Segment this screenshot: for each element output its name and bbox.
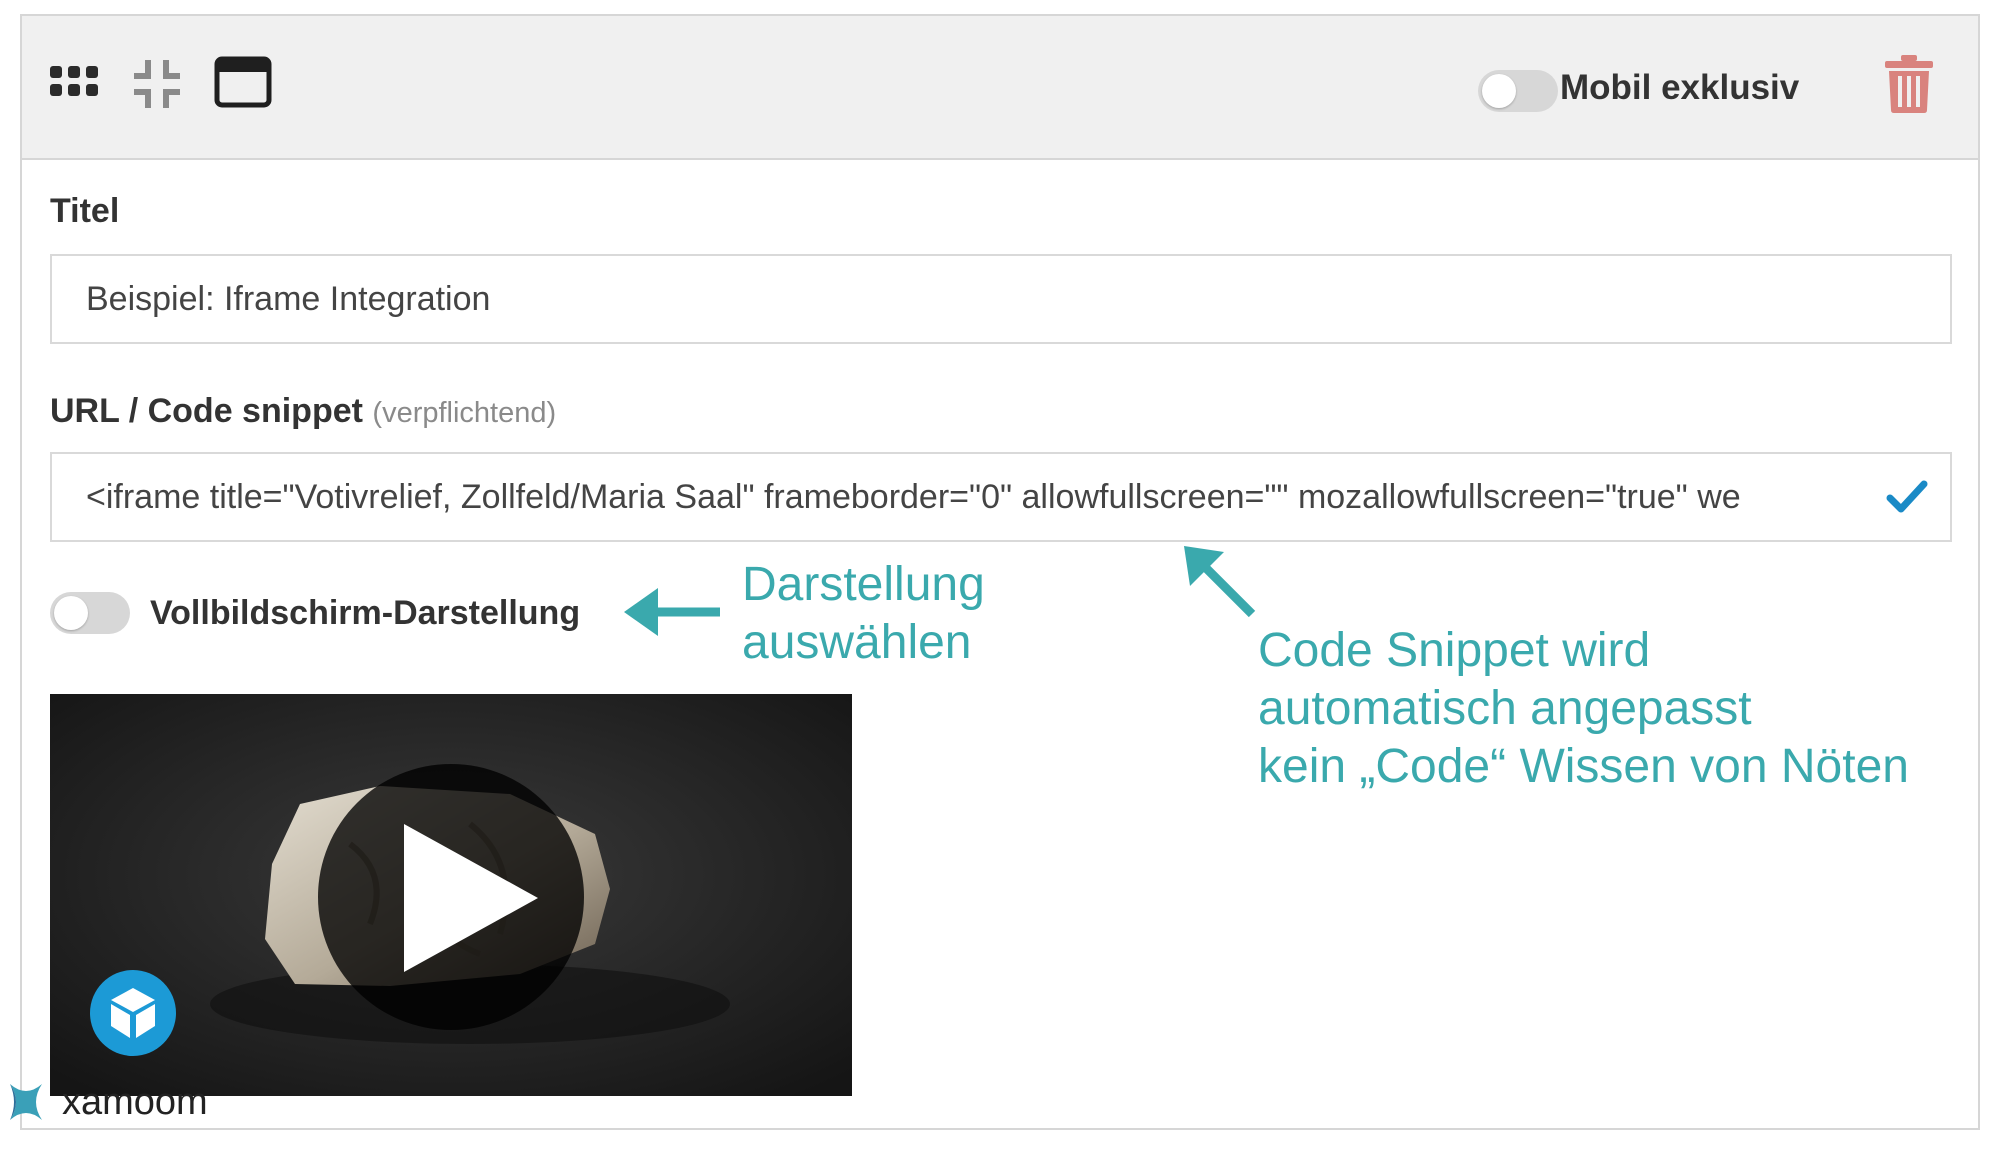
title-input-value: Beispiel: Iframe Integration [86, 280, 491, 318]
xamoom-logo-icon [10, 1084, 42, 1120]
fullscreen-toggle[interactable] [50, 592, 130, 634]
fullscreen-label: Vollbildschirm-Darstellung [150, 594, 581, 632]
grid-icon[interactable] [48, 62, 100, 102]
title-label: Titel [50, 192, 120, 230]
mobile-exclusive-toggle[interactable] [1478, 70, 1558, 112]
content-block-editor: Mobil exklusiv Titel Beispiel: Iframe In… [20, 14, 1980, 1130]
annotation-select-display: Darstellung auswählen [742, 556, 985, 672]
annotation-arrow-up [1184, 546, 1256, 618]
play-icon[interactable] [316, 762, 586, 1032]
code-snippet-input[interactable]: <iframe title="Votivrelief, Zollfeld/Mar… [50, 452, 1952, 542]
compress-icon[interactable] [130, 58, 184, 110]
trash-icon[interactable] [1884, 54, 1934, 114]
annotation-line: auswählen [742, 616, 972, 669]
title-input[interactable]: Beispiel: Iframe Integration [50, 254, 1952, 344]
block-toolbar: Mobil exklusiv [22, 16, 1978, 160]
cube-icon [90, 970, 176, 1056]
url-label-text: URL / Code snippet [50, 392, 363, 430]
annotation-line: Darstellung [742, 558, 985, 611]
xamoom-wordmark: xamoom [62, 1080, 208, 1123]
annotation-line: Code Snippet wird [1258, 624, 1651, 677]
url-label-hint: (verpflichtend) [372, 397, 557, 429]
annotation-line: automatisch angepasst [1258, 682, 1752, 735]
code-snippet-value: <iframe title="Votivrelief, Zollfeld/Mar… [86, 478, 1741, 516]
annotation-arrow-left [624, 588, 720, 636]
annotation-line: kein „Code“ Wissen von Nöten [1258, 740, 1909, 793]
window-icon[interactable] [214, 56, 272, 108]
mobile-exclusive-label: Mobil exklusiv [1560, 68, 1800, 107]
iframe-preview[interactable] [50, 694, 852, 1096]
url-label: URL / Code snippet (verpflichtend) [50, 392, 556, 431]
toggle-knob [1482, 74, 1516, 108]
checkmark-icon [1886, 480, 1928, 513]
toggle-knob [54, 596, 88, 630]
xamoom-logo: xamoom [4, 1080, 208, 1124]
annotation-code-adapted: Code Snippet wird automatisch angepasst … [1258, 622, 1909, 796]
